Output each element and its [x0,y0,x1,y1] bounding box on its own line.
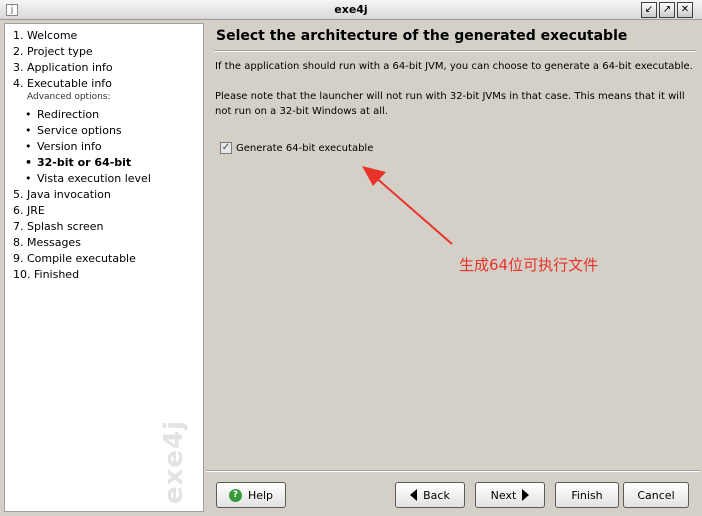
step-jre[interactable]: 6. JRE [13,204,45,218]
substep-32-or-64-bit[interactable]: • 32-bit or 64-bit [25,156,131,170]
substep-redirection[interactable]: • Redirection [25,108,99,122]
generate-64bit-checkbox[interactable]: ✓ [220,142,232,154]
description-paragraph-1: If the application should run with a 64-… [215,61,693,72]
generate-64bit-label[interactable]: Generate 64-bit executable [236,143,373,154]
exe4j-watermark: exe4j [159,419,189,504]
bullet-icon: • [25,156,33,169]
back-button-label: Back [423,488,450,502]
arrow-left-icon [410,489,418,501]
step-messages[interactable]: 8. Messages [13,236,81,250]
substep-vista-execution-level[interactable]: • Vista execution level [25,172,151,186]
bullet-icon: • [25,172,32,185]
substep-label: 32-bit or 64-bit [37,156,132,169]
page-title: Select the architecture of the generated… [216,28,628,44]
wizard-steps-sidebar: 1. Welcome 2. Project type 3. Applicatio… [4,23,204,512]
minimize-icon[interactable]: ↙ [641,2,657,18]
description-paragraph-2: Please note that the launcher will not r… [215,91,685,117]
help-icon: ? [228,488,242,502]
button-divider [206,470,699,472]
substep-label: Redirection [37,108,100,121]
step-splash-screen[interactable]: 7. Splash screen [13,220,104,234]
step-application-info[interactable]: 3. Application info [13,61,113,75]
substep-service-options[interactable]: • Service options [25,124,122,138]
step-finished[interactable]: 10. Finished [13,268,79,282]
arrow-right-icon [522,489,530,501]
main-panel: Select the architecture of the generated… [206,23,699,477]
window-title: exe4j [334,3,368,16]
finish-button-label: Finish [571,488,603,502]
help-button-label: Help [247,488,274,502]
generate-64bit-checkbox-row[interactable]: ✓ Generate 64-bit executable [220,142,373,154]
next-button[interactable]: Next [475,482,545,508]
step-compile-executable[interactable]: 9. Compile executable [13,252,136,266]
step-welcome[interactable]: 1. Welcome [13,29,77,43]
substep-label: Version info [37,140,102,153]
annotation-text: 生成64位可执行文件 [459,256,599,274]
close-icon[interactable]: ✕ [677,2,693,18]
advanced-options-label: Advanced options: [27,92,111,102]
bullet-icon: • [25,108,32,121]
maximize-icon[interactable]: ↗ [659,2,675,18]
step-project-type[interactable]: 2. Project type [13,45,93,59]
help-button[interactable]: ? Help [216,482,286,508]
substep-label: Vista execution level [37,172,151,185]
title-bar: j exe4j ↙ ↗ ✕ [0,0,702,20]
heading-divider [214,50,696,52]
cancel-button-label: Cancel [637,488,675,502]
substep-label: Service options [37,124,122,137]
back-button[interactable]: Back [395,482,465,508]
next-button-label: Next [490,488,517,502]
finish-button[interactable]: Finish [555,482,619,508]
step-java-invocation[interactable]: 5. Java invocation [13,188,111,202]
substep-version-info[interactable]: • Version info [25,140,102,154]
bullet-icon: • [25,140,32,153]
bullet-icon: • [25,124,32,137]
cancel-button[interactable]: Cancel [623,482,689,508]
step-executable-info[interactable]: 4. Executable info [13,77,112,91]
